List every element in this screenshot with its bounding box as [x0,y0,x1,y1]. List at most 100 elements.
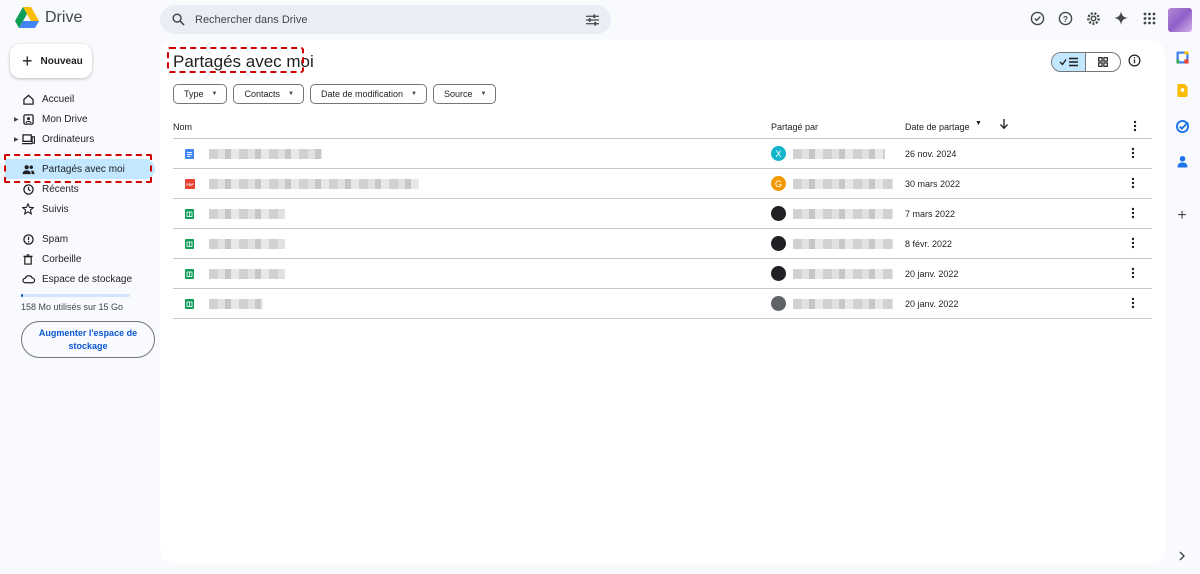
sharer-name-redacted [793,239,893,249]
table-row[interactable]: 7 mars 2022 [173,199,1152,229]
cloud-icon [21,272,35,286]
file-name-redacted [209,149,322,159]
google-sheets-icon [185,269,194,279]
info-icon[interactable] [1128,54,1141,72]
column-header-share-date[interactable]: Date de partage [905,122,970,132]
table-row[interactable]: 8 févr. 2022 [173,229,1152,259]
list-view-button[interactable] [1052,53,1087,71]
upgrade-storage-button[interactable]: Augmenter l'espace de stockage [21,321,155,358]
sharer-name-redacted [793,149,885,159]
calendar-icon[interactable] [1175,50,1189,64]
sidebar-item-label: Accueil [42,93,75,105]
new-button-label: Nouveau [40,55,83,67]
filter-source[interactable]: Source ▼ [432,84,497,104]
more-options-icon[interactable] [1131,147,1135,161]
more-options-icon[interactable] [1131,297,1135,311]
sidebar-item-computers[interactable]: ▶ Ordinateurs [0,129,150,149]
help-icon[interactable]: ? [1056,9,1074,27]
sharer-name-redacted [793,299,893,309]
more-options-icon[interactable] [1131,237,1135,251]
svg-text:PDF: PDF [186,183,194,187]
table-row[interactable]: PDF G 30 mars 2022 [173,169,1152,199]
share-date: 20 janv. 2022 [905,299,959,309]
more-options-icon[interactable] [1131,177,1135,191]
more-options-icon[interactable] [1131,267,1135,281]
tasks-icon[interactable] [1175,119,1189,133]
account-avatar[interactable] [1168,8,1192,32]
sidebar-item-label: Mon Drive [42,113,88,125]
google-sheets-icon [185,239,194,249]
chevron-right-icon[interactable] [1175,549,1189,563]
search-input[interactable]: Rechercher dans Drive [195,14,586,26]
sharer-avatar [771,236,786,251]
sort-caret-icon[interactable]: ▼ [975,120,982,127]
sidebar-item-trash[interactable]: Corbeille [0,249,150,269]
main-content: Partagés avec moi Type ▼ Contacts ▼ Date d… [160,40,1165,564]
sidebar-item-label: Spam [42,233,69,245]
star-icon [21,202,35,216]
share-date: 26 nov. 2024 [905,149,957,159]
filter-label: Source [443,89,473,99]
sort-direction-arrow-icon[interactable] [999,118,1009,132]
column-header-name[interactable]: Nom [173,122,192,132]
filter-modified-date[interactable]: Date de modification ▼ [309,84,427,104]
more-options-icon[interactable] [1131,207,1135,221]
sidebar-item-my-drive[interactable]: ▶ Mon Drive [0,109,150,129]
share-date: 8 févr. 2022 [905,239,953,249]
expand-arrow-icon[interactable]: ▶ [14,136,19,143]
sharer-avatar: X [771,146,786,161]
offline-status-icon[interactable] [1028,9,1046,27]
settings-gear-icon[interactable] [1084,9,1102,27]
clock-icon [21,182,35,196]
apps-grid-icon[interactable] [1140,9,1158,27]
contacts-icon[interactable] [1175,154,1189,168]
sharer-avatar [771,206,786,221]
filter-type[interactable]: Type ▼ [173,84,228,104]
my-drive-icon [21,112,35,126]
table-row[interactable]: 20 janv. 2022 [173,259,1152,289]
caret-down-icon: ▼ [480,91,487,97]
view-toggle[interactable] [1051,52,1121,72]
grid-view-button[interactable] [1086,53,1120,71]
drive-logo[interactable]: Drive [15,7,82,29]
search-bar[interactable]: Rechercher dans Drive [160,5,611,34]
sharer-avatar [771,296,786,311]
table-row[interactable]: 20 janv. 2022 [173,289,1152,319]
keep-icon[interactable] [1175,83,1189,97]
search-icon[interactable] [172,13,185,26]
sidebar-item-home[interactable]: Accueil [0,89,150,109]
storage-progress-fill [21,294,24,297]
sidebar-item-spam[interactable]: Spam [0,229,150,249]
search-options-icon[interactable] [586,13,599,26]
new-button[interactable]: + Nouveau [10,44,92,78]
sidebar-item-label: Espace de stockage [42,273,133,285]
add-addon-icon[interactable]: + [1175,207,1189,224]
share-date: 30 mars 2022 [905,179,961,189]
drive-logo-icon [15,7,39,28]
file-name-redacted [209,269,285,279]
filter-label: Contacts [244,89,280,99]
sidebar-item-starred[interactable]: Suivis [0,199,150,219]
gemini-spark-icon[interactable] [1112,9,1130,27]
column-header-shared-by[interactable]: Partagé par [771,122,818,132]
sharer-name-redacted [793,179,893,189]
spam-icon [21,232,35,246]
list-view-icon [1059,57,1078,67]
caret-down-icon: ▼ [288,91,294,97]
grid-view-icon [1098,57,1108,67]
sidebar-item-label: Suivis [42,203,69,215]
filter-label: Date de modification [320,89,403,99]
filter-label: Type [184,89,204,99]
sidebar-item-recent[interactable]: Récents [0,179,150,199]
file-name-redacted [209,179,419,189]
sidebar-item-label: Corbeille [42,253,82,265]
sharer-name-redacted [793,209,893,219]
sidebar-item-label: Ordinateurs [42,133,95,145]
table-row[interactable]: X 26 nov. 2024 [173,139,1152,169]
file-name-redacted [209,239,285,249]
sidebar-item-storage[interactable]: Espace de stockage [0,269,150,289]
more-options-icon[interactable] [1133,120,1137,134]
trash-icon [21,252,35,266]
expand-arrow-icon[interactable]: ▶ [14,116,19,123]
filter-contacts[interactable]: Contacts ▼ [233,84,304,104]
